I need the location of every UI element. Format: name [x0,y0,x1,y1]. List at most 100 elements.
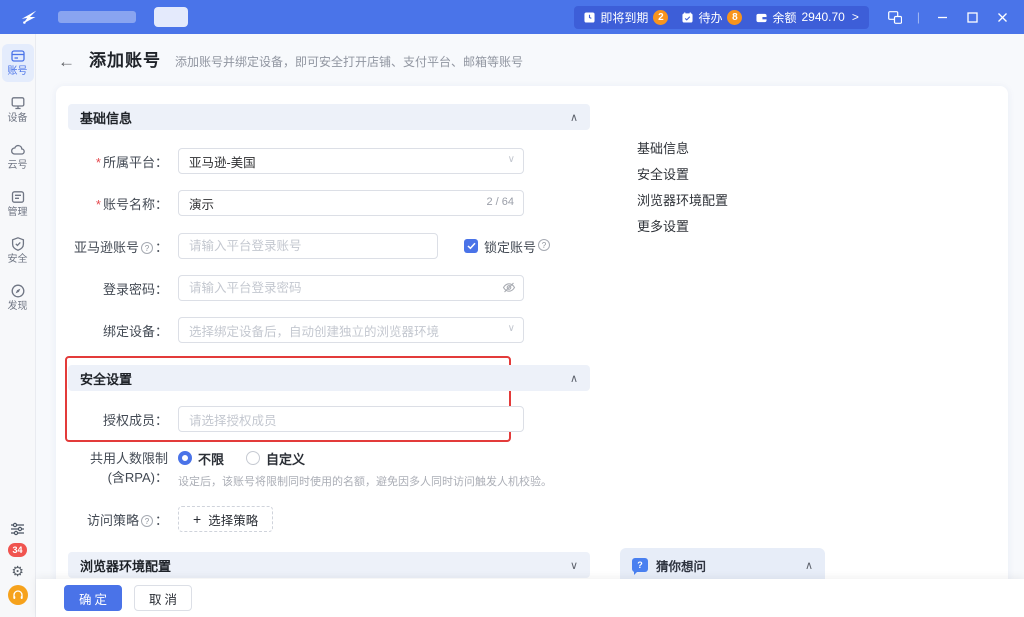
collapse-up-icon[interactable]: ∧ [570,372,578,385]
settings-gear-icon[interactable]: ⚙ [11,564,24,578]
todo-label: 待办 [698,10,723,25]
section-title: 基础信息 [80,110,133,126]
expiring-soon-badge[interactable]: 即将到期 2 [584,9,669,26]
account-card-icon [10,50,25,62]
sidebar-item-label: 账号 [7,66,28,77]
redacted-text [58,11,136,23]
sidebar-item-label: 发现 [7,301,28,312]
section-title: 安全设置 [80,371,133,387]
float-window-icon[interactable] [887,9,903,25]
window-controls: | [887,9,1010,25]
minimize-button[interactable] [934,9,950,25]
platform-select[interactable]: 亚马逊-美国 ∨ [178,148,524,174]
sidebar-item-accounts[interactable]: 账号 [1,44,34,82]
field-label: * 所属平台： [95,154,168,170]
cancel-button[interactable]: 取消 [134,585,193,611]
field-row-password: 登录密码： [68,275,524,301]
select-policy-button[interactable]: + 选择策略 [178,506,274,532]
radio-selected-icon[interactable] [178,451,192,465]
balance-arrow-icon: > [851,10,859,24]
todo-badge[interactable]: 待办 8 [682,9,743,26]
shield-icon [11,237,24,251]
section-title: 浏览器环境配置 [80,558,172,574]
sidebar-item-devices[interactable]: 设备 [2,91,34,129]
collapse-up-icon[interactable]: ∧ [805,559,813,572]
confirm-button[interactable]: 确定 [64,585,123,611]
share-limit-radio-group: 不限 自定义 [178,448,552,468]
monitor-icon [11,97,24,110]
lock-account-label: 锁定账号 [484,239,537,255]
bind-device-select[interactable]: 选择绑定设备后，自动创建独立的浏览器环境 ∨ [178,317,524,343]
wallet-icon [756,12,767,23]
radio-option-unlimited[interactable]: 不限 [178,449,224,468]
bind-device-placeholder: 选择绑定设备后，自动创建独立的浏览器环境 [189,324,440,339]
anchor-item-basic[interactable]: 基础信息 [637,141,728,156]
collapse-up-icon[interactable]: ∧ [570,111,578,124]
sidebar-item-discover[interactable]: 发现 [2,279,34,317]
password-input[interactable] [189,281,513,295]
amazon-account-input[interactable] [189,239,427,253]
todo-icon [682,11,693,23]
compass-icon [11,284,24,298]
controls-separator: | [916,10,920,24]
help-circle-icon[interactable]: ? [140,242,153,254]
account-name-input[interactable] [189,196,513,210]
manage-icon [11,191,24,203]
balance-label: 余额 [772,10,797,25]
field-label: 亚马逊账号?： [73,239,168,255]
suggested-questions-panel[interactable]: ? 猜你想问 ∧ [620,548,825,582]
field-label: * 账号名称： [95,196,168,212]
lock-account-checkbox-group[interactable]: 锁定账号 ? [464,237,552,256]
page-subtitle: 添加账号并绑定设备，即可安全打开店铺、支付平台、邮箱等账号 [175,55,524,69]
sidebar-item-label: 云号 [7,160,28,171]
suggested-questions-title: 猜你想问 [656,559,707,574]
required-mark: * [95,196,101,212]
status-pill: 即将到期 2 待办 8 余额 2940.70 > [574,5,869,29]
required-mark: * [95,154,101,170]
char-counter: 2 / 64 [482,196,514,208]
balance-value: 2940.70 [801,10,845,24]
field-label: 授权成员： [102,412,168,428]
chevron-down-icon: ∨ [507,323,515,334]
main-content: ← 添加账号 添加账号并绑定设备，即可安全打开店铺、支付平台、邮箱等账号 基础信… [36,34,1024,617]
help-circle-icon[interactable]: ? [140,515,153,527]
clock-icon [584,11,595,23]
field-row-bind-device: 绑定设备： 选择绑定设备后，自动创建独立的浏览器环境 ∨ [68,317,524,343]
auth-member-placeholder: 请选择授权成员 [189,413,277,428]
question-bubble-icon: ? [632,558,648,575]
app-window: 即将到期 2 待办 8 余额 2940.70 > | 账号 设备 云号 管理 安… [0,0,1024,617]
anchor-item-more[interactable]: 更多设置 [637,219,728,234]
field-label: 共用人数限制 (含RPA)： [89,451,168,485]
auth-member-select[interactable]: 请选择授权成员 [178,406,524,432]
radio-option-custom[interactable]: 自定义 [246,449,305,468]
radio-unselected-icon[interactable] [246,451,261,465]
amazon-account-field-box [178,233,438,259]
sidebar-item-security[interactable]: 安全 [2,232,34,270]
anchor-item-browser[interactable]: 浏览器环境配置 [637,193,728,208]
section-header-browser[interactable]: 浏览器环境配置 ∨ [68,552,590,578]
balance-button[interactable]: 余额 2940.70 > [756,9,859,26]
section-header-security[interactable]: 安全设置 ∧ [68,365,590,391]
notification-count-badge[interactable]: 34 [8,543,27,557]
section-header-basic[interactable]: 基础信息 ∧ [68,104,590,130]
maximize-button[interactable] [964,9,980,25]
help-circle-icon[interactable]: ? [538,239,551,251]
field-label: 登录密码： [102,281,168,297]
anchor-item-security[interactable]: 安全设置 [637,167,728,182]
customer-service-icon[interactable] [7,585,28,605]
back-arrow-icon[interactable]: ← [58,52,75,72]
sidebar-item-cloud[interactable]: 云号 [2,138,34,176]
sidebar-item-manage[interactable]: 管理 [2,185,34,223]
field-row-share-limit: 共用人数限制 (含RPA)： 不限 自定义 设定后，该账号将限制同时使用的名额，… [68,448,552,489]
cloud-icon [10,144,25,155]
password-field-box [178,275,524,301]
form-footer: 确定 取消 [36,579,1024,617]
collapse-down-icon[interactable]: ∨ [570,559,578,572]
sliders-icon[interactable] [10,522,25,536]
eye-off-icon[interactable] [502,281,516,297]
close-button[interactable] [994,9,1010,25]
checkbox-checked-icon[interactable] [464,239,478,253]
field-row-access-policy: 访问策略?： + 选择策略 [68,506,274,532]
expiring-soon-label: 即将到期 [600,10,649,25]
sidebar-bottom-cluster: 34 ⚙ [7,522,28,617]
